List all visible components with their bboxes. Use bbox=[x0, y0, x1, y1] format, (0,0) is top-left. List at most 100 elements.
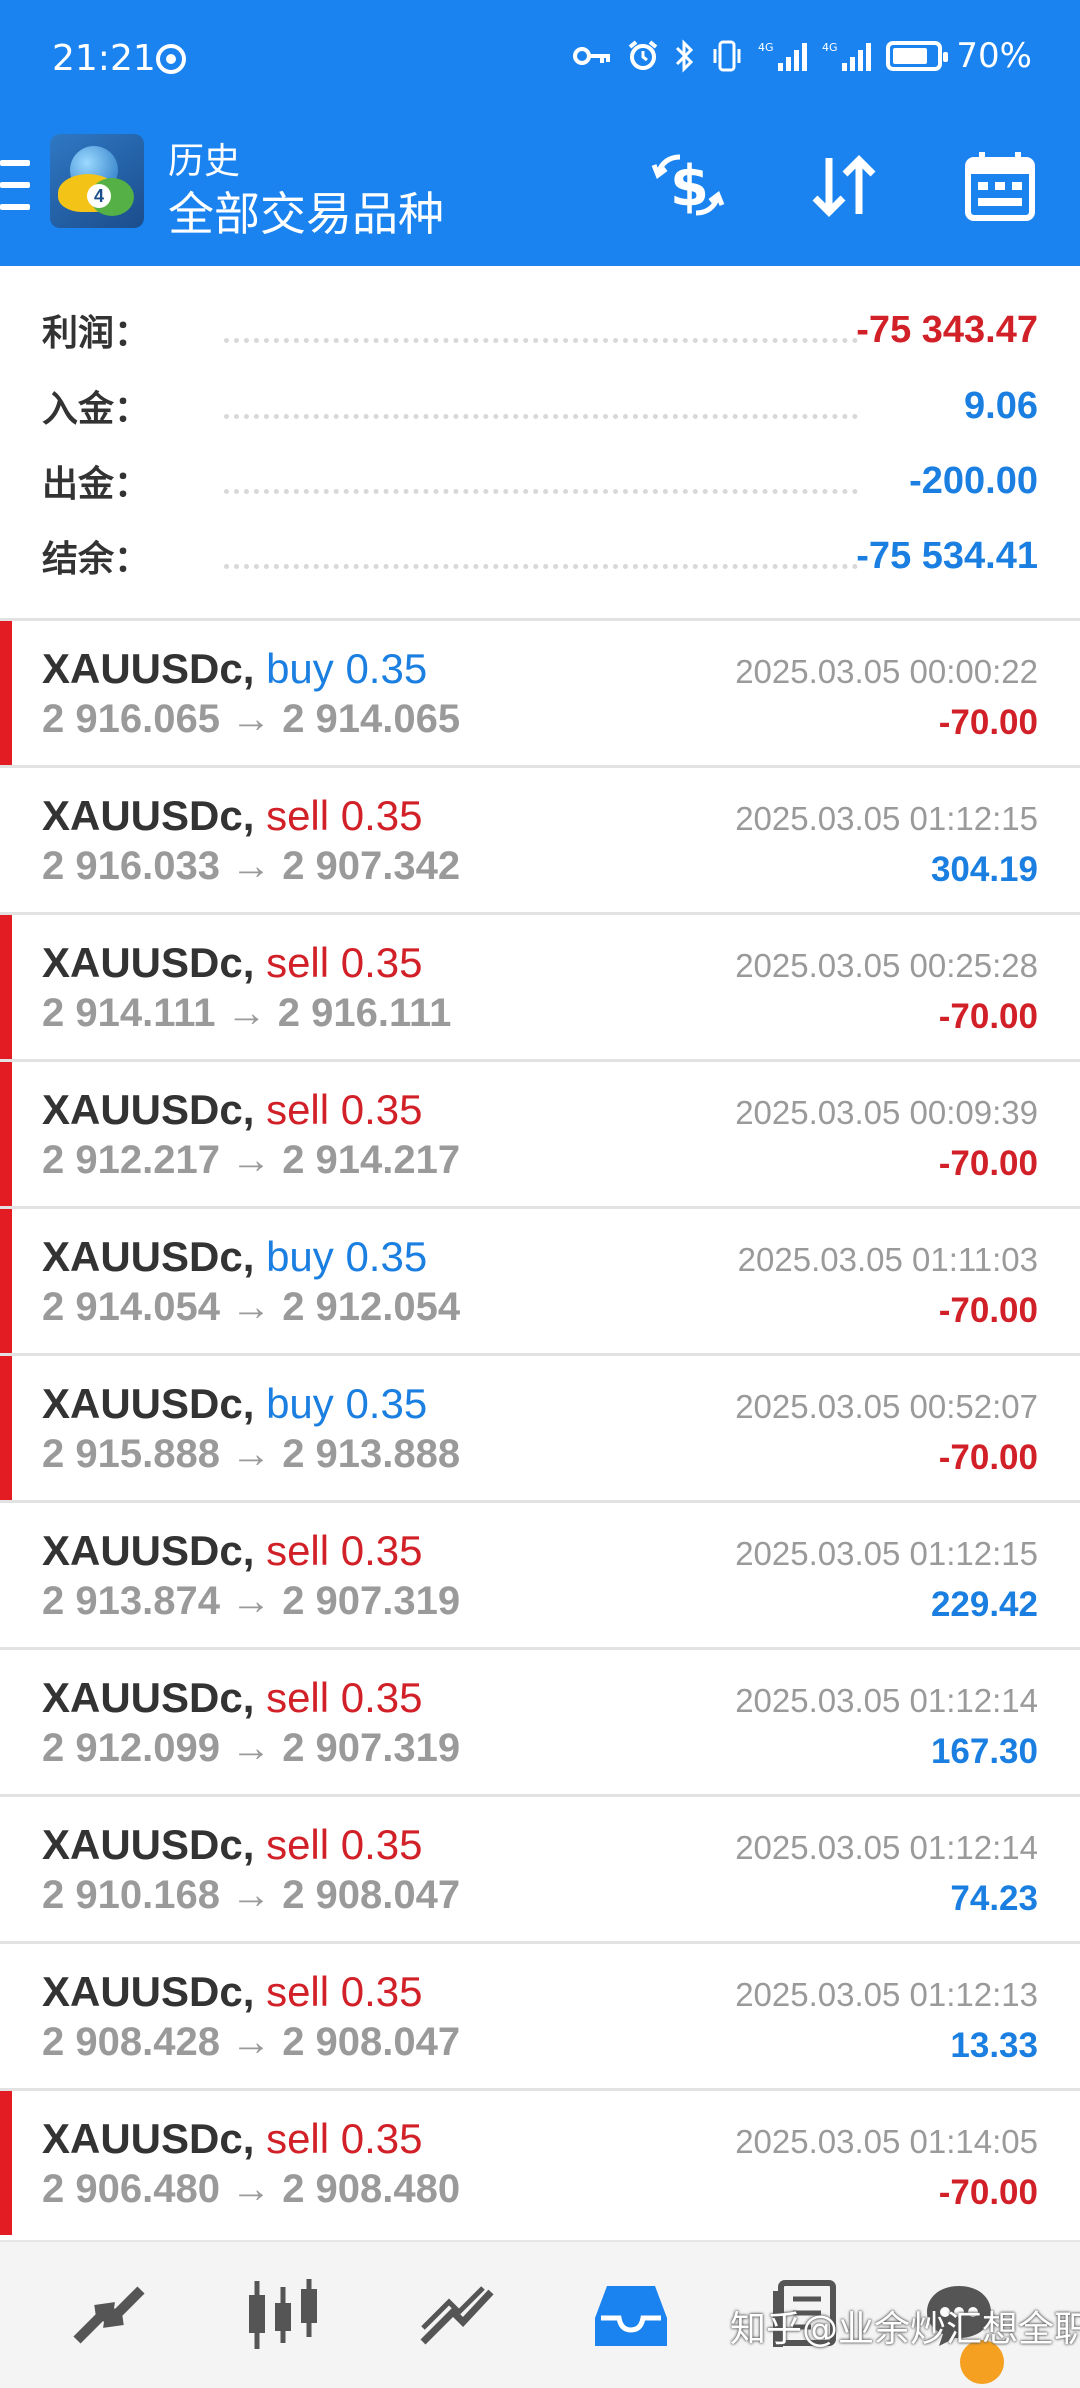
trade-title: XAUUSDc, sell 0.35 bbox=[42, 1968, 423, 2016]
trade-time: 2025.03.05 01:11:03 bbox=[737, 1241, 1038, 1278]
trade-symbol: XAUUSDc, bbox=[42, 939, 255, 986]
trade-title: XAUUSDc, sell 0.35 bbox=[42, 1086, 423, 1134]
trade-side: sell 0.35 bbox=[266, 1821, 423, 1868]
trade-open-price: 2 916.033 bbox=[42, 844, 220, 888]
trade-side: sell 0.35 bbox=[266, 792, 423, 839]
trade-prices: 2 912.099 → 2 907.319 bbox=[42, 1726, 460, 1771]
trade-open-price: 2 908.428 bbox=[42, 2020, 220, 2064]
arrow-right-icon: → bbox=[219, 1138, 283, 1182]
status-time: 21:21 bbox=[52, 38, 156, 79]
arrow-right-icon: → bbox=[219, 697, 283, 741]
trade-open-price: 2 913.874 bbox=[42, 1579, 220, 1623]
summary-row-profit: 利润： -75 343.47 bbox=[42, 300, 1038, 360]
trade-row[interactable]: XAUUSDc, buy 0.35 2 916.065 → 2 914.065 20… bbox=[0, 618, 1080, 765]
trade-time: 2025.03.05 00:52:07 bbox=[735, 1388, 1038, 1425]
calendar-icon[interactable] bbox=[960, 146, 1040, 226]
trade-open-price: 2 916.065 bbox=[42, 697, 220, 741]
trade-open-price: 2 912.099 bbox=[42, 1726, 220, 1770]
trade-profit: 229.42 bbox=[930, 1585, 1038, 1624]
trade-row[interactable]: XAUUSDc, buy 0.35 2 915.888 → 2 913.888 20… bbox=[0, 1353, 1080, 1500]
arrow-right-icon: → bbox=[219, 2020, 283, 2064]
divider bbox=[224, 489, 858, 494]
trade-profit: -70.00 bbox=[938, 1438, 1038, 1477]
trade-icon[interactable] bbox=[412, 2270, 502, 2360]
trade-profit: 13.33 bbox=[950, 2026, 1038, 2065]
arrow-right-icon: → bbox=[219, 1873, 283, 1917]
trade-row[interactable]: XAUUSDc, sell 0.35 2 906.480 → 2 908.480 2… bbox=[0, 2088, 1080, 2235]
trade-side: buy 0.35 bbox=[266, 645, 428, 692]
trade-row[interactable]: XAUUSDc, sell 0.35 2 908.428 → 2 908.047 2… bbox=[0, 1941, 1080, 2088]
trade-time: 2025.03.05 01:12:13 bbox=[735, 1976, 1038, 2013]
key-icon bbox=[573, 47, 611, 65]
trade-side: sell 0.35 bbox=[266, 1968, 423, 2015]
trade-row[interactable]: XAUUSDc, sell 0.35 2 914.111 → 2 916.111 2… bbox=[0, 912, 1080, 1059]
summary-label: 利润： bbox=[42, 313, 151, 354]
trade-row[interactable]: XAUUSDc, buy 0.35 2 914.054 → 2 912.054 20… bbox=[0, 1206, 1080, 1353]
summary-row-deposit: 入金： 9.06 bbox=[42, 376, 1038, 436]
trade-side: sell 0.35 bbox=[266, 1674, 423, 1721]
trade-row[interactable]: XAUUSDc, sell 0.35 2 913.874 → 2 907.319 2… bbox=[0, 1500, 1080, 1647]
trade-profit: -70.00 bbox=[938, 2173, 1038, 2212]
trade-symbol: XAUUSDc, bbox=[42, 2115, 255, 2162]
trade-prices: 2 910.168 → 2 908.047 bbox=[42, 1873, 460, 1918]
history-icon[interactable] bbox=[586, 2270, 676, 2360]
trade-time: 2025.03.05 01:12:14 bbox=[735, 1829, 1038, 1866]
quotes-icon[interactable] bbox=[64, 2270, 154, 2360]
deposit-withdraw-icon[interactable]: $ bbox=[648, 146, 728, 226]
trade-prices: 2 912.217 → 2 914.217 bbox=[42, 1138, 460, 1183]
divider bbox=[224, 414, 858, 419]
trade-profit: -70.00 bbox=[938, 1144, 1038, 1183]
trade-time: 2025.03.05 01:14:05 bbox=[735, 2123, 1038, 2160]
app-logo: 4 bbox=[50, 134, 144, 228]
trade-row[interactable]: XAUUSDc, sell 0.35 2 910.168 → 2 908.047 2… bbox=[0, 1794, 1080, 1941]
alarm-icon bbox=[629, 40, 658, 70]
page-title[interactable]: 全部交易品种 bbox=[168, 178, 444, 244]
trade-prices: 2 913.874 → 2 907.319 bbox=[42, 1579, 460, 1624]
chart-icon[interactable] bbox=[238, 2270, 328, 2360]
app-top-bar: 21:21 4G 4G 70% 4 历史 全部交易品种 $ bbox=[0, 0, 1080, 266]
battery-icon bbox=[886, 41, 949, 71]
summary-value: -75 343.47 bbox=[856, 308, 1038, 351]
trade-time: 2025.03.05 00:25:28 bbox=[735, 947, 1038, 984]
trade-open-price: 2 910.168 bbox=[42, 1873, 220, 1917]
page-subtitle: 历史 bbox=[168, 141, 241, 182]
trade-profit: 74.23 bbox=[950, 1879, 1038, 1918]
trade-close-price: 2 914.217 bbox=[282, 1138, 461, 1182]
trade-title: XAUUSDc, buy 0.35 bbox=[42, 645, 427, 693]
trade-title: XAUUSDc, sell 0.35 bbox=[42, 939, 423, 987]
arrow-right-icon: → bbox=[219, 1726, 283, 1770]
trade-row[interactable]: XAUUSDc, sell 0.35 2 912.099 → 2 907.319 2… bbox=[0, 1647, 1080, 1794]
status-icons: 4G 4G 70% bbox=[572, 36, 1032, 76]
trade-row[interactable]: XAUUSDc, sell 0.35 2 912.217 → 2 914.217 2… bbox=[0, 1059, 1080, 1206]
summary-value: -200.00 bbox=[909, 459, 1038, 502]
trade-row[interactable]: XAUUSDc, sell 0.35 2 916.033 → 2 907.342 2… bbox=[0, 765, 1080, 912]
sort-icon[interactable] bbox=[804, 146, 884, 226]
arrow-right-icon: → bbox=[219, 1432, 283, 1476]
trade-close-price: 2 913.888 bbox=[282, 1432, 461, 1476]
trade-side: buy 0.35 bbox=[266, 1233, 428, 1280]
summary-label: 结余： bbox=[42, 539, 151, 580]
trade-symbol: XAUUSDc, bbox=[42, 792, 255, 839]
trade-title: XAUUSDc, buy 0.35 bbox=[42, 1380, 427, 1428]
signal-4g-icon: 4G bbox=[822, 41, 872, 71]
trade-close-price: 2 907.319 bbox=[282, 1579, 461, 1623]
trade-list: XAUUSDc, buy 0.35 2 916.065 → 2 914.065 20… bbox=[0, 618, 1080, 2235]
watermark: 知乎@业余炒汇想全职 bbox=[730, 2309, 1080, 2350]
trade-side: sell 0.35 bbox=[266, 1527, 423, 1574]
trade-profit: 304.19 bbox=[930, 850, 1038, 889]
trade-title: XAUUSDc, sell 0.35 bbox=[42, 2115, 423, 2163]
summary-value: 9.06 bbox=[964, 384, 1038, 427]
trade-profit: -70.00 bbox=[938, 1291, 1038, 1330]
status-bar: 21:21 4G 4G 70% bbox=[0, 0, 1080, 120]
trade-symbol: XAUUSDc, bbox=[42, 1380, 255, 1427]
trade-title: XAUUSDc, buy 0.35 bbox=[42, 1233, 427, 1281]
trade-open-price: 2 912.217 bbox=[42, 1138, 220, 1182]
trade-prices: 2 916.033 → 2 907.342 bbox=[42, 844, 460, 889]
menu-icon[interactable] bbox=[0, 160, 30, 210]
arrow-right-icon: → bbox=[215, 991, 278, 1035]
trade-open-price: 2 914.111 bbox=[42, 991, 216, 1035]
summary-label: 入金： bbox=[42, 389, 151, 430]
svg-text:4G: 4G bbox=[822, 41, 838, 54]
summary-panel: 利润： -75 343.47 入金： 9.06 出金： -200.00 结余： … bbox=[0, 266, 1080, 618]
trade-symbol: XAUUSDc, bbox=[42, 1527, 255, 1574]
